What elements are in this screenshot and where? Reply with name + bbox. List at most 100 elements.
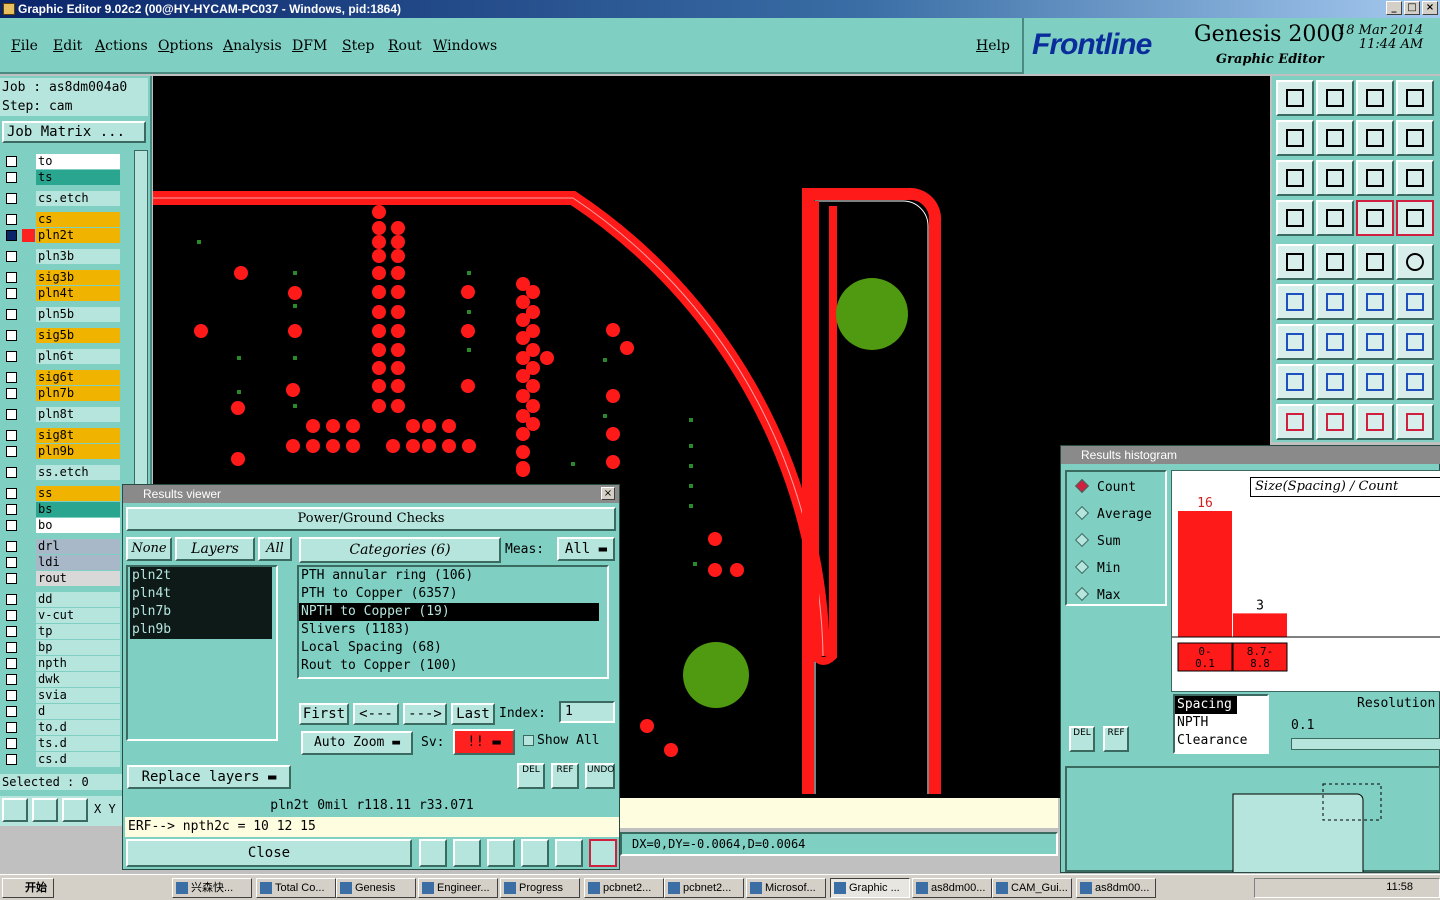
- zoom-dropdown[interactable]: Auto Zoom ▬: [301, 731, 413, 755]
- layer-name[interactable]: drl: [36, 539, 120, 554]
- menu-edit[interactable]: Edit: [53, 38, 82, 54]
- minimize-button[interactable]: _: [1386, 1, 1402, 15]
- layer-row[interactable]: bo: [2, 518, 122, 533]
- layer-name[interactable]: sig8t: [36, 428, 120, 443]
- export-icon[interactable]: [1316, 80, 1354, 116]
- layer-name[interactable]: cs: [36, 212, 120, 227]
- move-icon[interactable]: [1356, 284, 1394, 320]
- layer-checkbox[interactable]: [6, 214, 17, 225]
- spacing-listbox[interactable]: Spacing NPTH Clearance: [1173, 694, 1269, 754]
- del-icon[interactable]: DEL: [517, 763, 545, 789]
- warning-icon[interactable]: [1396, 404, 1434, 440]
- layer-checkbox[interactable]: [6, 156, 17, 167]
- layer-name[interactable]: dwk: [36, 672, 120, 687]
- layer-name[interactable]: ss.etch: [36, 465, 120, 480]
- fill-icon[interactable]: [1276, 244, 1314, 280]
- categories-button[interactable]: Categories (6): [299, 537, 501, 563]
- histogram-bar[interactable]: [1178, 511, 1232, 637]
- close-button[interactable]: ×: [1422, 1, 1438, 15]
- layer-row[interactable]: cs.etch: [2, 191, 122, 206]
- layer-name[interactable]: ts: [36, 170, 120, 185]
- copy-icon[interactable]: [1396, 284, 1434, 320]
- group-icon[interactable]: [1396, 364, 1434, 400]
- layer-checkbox[interactable]: [6, 230, 17, 241]
- layer-row[interactable]: to.d: [2, 720, 122, 735]
- layer-checkbox[interactable]: [6, 309, 17, 320]
- spacing-item[interactable]: Clearance: [1175, 732, 1267, 750]
- layer-listbox[interactable]: pln2t pln4t pln7b pln9b: [126, 565, 278, 741]
- close-viewer-button[interactable]: Close: [126, 839, 412, 867]
- snap-icon[interactable]: [1356, 200, 1394, 236]
- hist-ref-icon[interactable]: REF: [1103, 726, 1129, 752]
- mirror-icon[interactable]: [1396, 324, 1434, 360]
- zoom-in-icon[interactable]: [1316, 120, 1354, 156]
- grid-icon[interactable]: [1316, 200, 1354, 236]
- mode-radio-sum[interactable]: Sum: [1074, 532, 1120, 549]
- layer-name[interactable]: cs.etch: [36, 191, 120, 206]
- layer-checkbox[interactable]: [6, 706, 17, 717]
- layer-name[interactable]: bs: [36, 502, 120, 517]
- layer-checkbox[interactable]: [6, 372, 17, 383]
- layer-row[interactable]: tp: [2, 624, 122, 639]
- layer-name[interactable]: svia: [36, 688, 120, 703]
- pad-icon[interactable]: [1396, 244, 1434, 280]
- layer-checkbox[interactable]: [6, 754, 17, 765]
- job-matrix-button[interactable]: Job Matrix ...: [2, 121, 146, 143]
- layer-checkbox[interactable]: [6, 288, 17, 299]
- snap-ref-icon[interactable]: [1396, 200, 1434, 236]
- start-button[interactable]: 开始: [2, 878, 54, 898]
- layer-row[interactable]: npth: [2, 656, 122, 671]
- layer-checkbox[interactable]: [6, 467, 17, 478]
- node-icon[interactable]: [1276, 284, 1314, 320]
- add-icon[interactable]: [1276, 364, 1314, 400]
- select-icon[interactable]: [1316, 244, 1354, 280]
- layer-name[interactable]: pln5b: [36, 307, 120, 322]
- layer-row[interactable]: svia: [2, 688, 122, 703]
- taskbar-task[interactable]: Genesis: [336, 878, 416, 898]
- redraw-icon[interactable]: [1396, 120, 1434, 156]
- window-icon[interactable]: [1396, 80, 1434, 116]
- layer-row[interactable]: ts.d: [2, 736, 122, 751]
- layer-name[interactable]: to.d: [36, 720, 120, 735]
- spacing-item[interactable]: NPTH: [1175, 714, 1267, 732]
- pan-icon[interactable]: [1316, 160, 1354, 196]
- maximize-button[interactable]: □: [1404, 1, 1420, 15]
- layer-row[interactable]: drl: [2, 539, 122, 554]
- layer-name[interactable]: ts.d: [36, 736, 120, 751]
- layer-row[interactable]: cs.d: [2, 752, 122, 767]
- letter-a-icon[interactable]: [1356, 404, 1394, 440]
- layer-name[interactable]: pln9b: [36, 444, 120, 459]
- layer-checkbox[interactable]: [6, 251, 17, 262]
- layer-row[interactable]: ss.etch: [2, 465, 122, 480]
- layer-checkbox[interactable]: [6, 573, 17, 584]
- grid-icon[interactable]: [62, 798, 88, 822]
- layer-checkbox[interactable]: [6, 388, 17, 399]
- layer-row[interactable]: pln8t: [2, 407, 122, 422]
- layer-checkbox[interactable]: [6, 557, 17, 568]
- layer-list-item[interactable]: pln7b: [130, 603, 272, 621]
- layer-name[interactable]: sig5b: [36, 328, 120, 343]
- hist-del-icon[interactable]: DEL: [1069, 726, 1095, 752]
- layer-name[interactable]: bo: [36, 518, 120, 533]
- highlight-icon[interactable]: [419, 839, 447, 867]
- layer-name[interactable]: v-cut: [36, 608, 120, 623]
- layer-checkbox[interactable]: [6, 690, 17, 701]
- layer-checkbox[interactable]: [6, 520, 17, 531]
- layers-button[interactable]: Layers: [175, 537, 255, 561]
- mode-radio-min[interactable]: Min: [1074, 559, 1120, 576]
- layer-row[interactable]: dd: [2, 592, 122, 607]
- show-all-checkbox[interactable]: [523, 735, 534, 746]
- taskbar-task[interactable]: Graphic ...: [830, 878, 910, 898]
- layer-checkbox[interactable]: [6, 488, 17, 499]
- notes-icon[interactable]: [555, 839, 583, 867]
- layer-checkbox[interactable]: [6, 594, 17, 605]
- layer-name[interactable]: dd: [36, 592, 120, 607]
- layer-name[interactable]: pln3b: [36, 249, 120, 264]
- replace-layers-dropdown[interactable]: Replace layers ▬: [127, 765, 291, 789]
- layer-checkbox[interactable]: [6, 504, 17, 515]
- layer-row[interactable]: bp: [2, 640, 122, 655]
- severity-dropdown[interactable]: !! ▬: [453, 729, 515, 755]
- layer-row[interactable]: pln3b: [2, 249, 122, 264]
- layer-name[interactable]: pln7b: [36, 386, 120, 401]
- layer-name[interactable]: pln2t: [36, 228, 120, 243]
